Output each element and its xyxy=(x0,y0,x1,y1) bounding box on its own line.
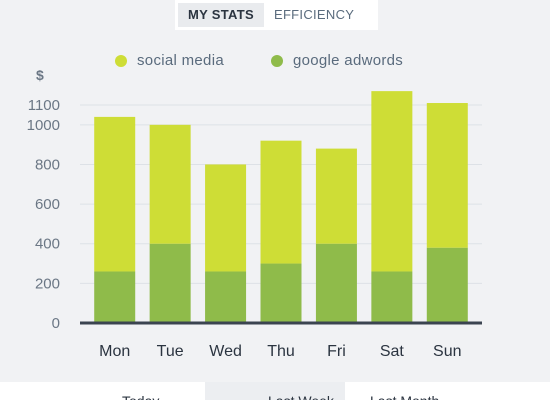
bar-google-adwords xyxy=(426,247,468,323)
x-tick-label: Fri xyxy=(327,343,346,360)
y-tick-label: 1000 xyxy=(27,117,60,134)
bar-social-media xyxy=(94,116,136,272)
tab-today[interactable]: Today xyxy=(0,382,205,400)
bar-social-media xyxy=(426,103,468,248)
bar-social-media xyxy=(315,148,357,244)
bar-google-adwords xyxy=(315,243,357,323)
x-tick-label: Tue xyxy=(157,343,184,360)
y-tick-label: 1100 xyxy=(28,97,60,114)
bar-google-adwords xyxy=(149,243,191,323)
period-tabs: Today Last Week Last Month xyxy=(0,382,550,400)
x-tick-label: Mon xyxy=(99,343,130,360)
bar-social-media xyxy=(149,124,191,244)
y-tick-label: 0 xyxy=(52,315,60,332)
bar-google-adwords xyxy=(205,271,247,323)
tab-last-month[interactable]: Last Month xyxy=(345,382,550,400)
x-tick-label: Sat xyxy=(380,343,405,360)
y-tick-label: 800 xyxy=(35,156,60,173)
bar-social-media xyxy=(371,91,413,272)
bar-google-adwords xyxy=(371,271,413,323)
y-tick-label: 400 xyxy=(35,236,60,253)
bar-google-adwords xyxy=(94,271,136,323)
stacked-bar-chart: 0 200 400 600 800 1000 1100 Mon Tue Wed Thu Fri Sat S… xyxy=(27,91,482,360)
y-tick-label: 200 xyxy=(35,275,60,292)
x-tick-label: Wed xyxy=(209,343,242,360)
x-tick-label: Sun xyxy=(433,343,461,360)
y-tick-label: 600 xyxy=(35,196,60,213)
bar-social-media xyxy=(205,164,247,272)
bar-social-media xyxy=(260,140,302,264)
tab-last-week[interactable]: Last Week xyxy=(205,382,345,400)
bar-google-adwords xyxy=(260,263,302,323)
x-tick-label: Thu xyxy=(267,343,295,360)
